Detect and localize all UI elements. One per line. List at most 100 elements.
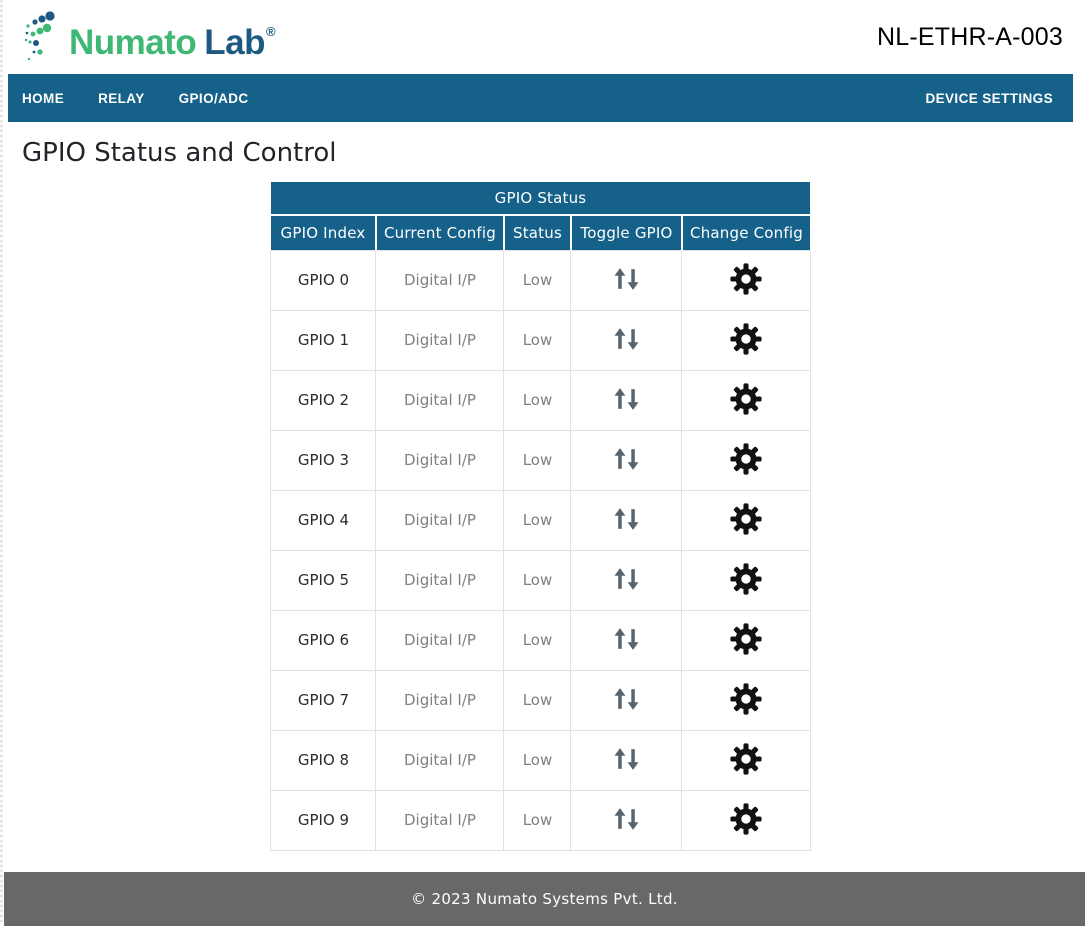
change-config-button[interactable]	[727, 379, 765, 419]
table-row: GPIO 0 Digital I/P Low	[271, 250, 810, 310]
toggle-gpio-button[interactable]	[610, 685, 643, 713]
gpio-status-table: GPIO Status GPIO Index Current Config St…	[270, 182, 810, 851]
logo-word-numato: Numato	[69, 23, 196, 62]
change-config-cell	[682, 490, 810, 550]
status-cell: Low	[504, 250, 571, 310]
gpio-index-cell: GPIO 0	[271, 250, 376, 310]
toggle-gpio-button[interactable]	[610, 565, 643, 593]
gpio-index-cell: GPIO 2	[271, 370, 376, 430]
up-down-arrows-icon	[612, 507, 641, 531]
gpio-index-cell: GPIO 8	[271, 730, 376, 790]
nav-item-device-settings[interactable]: DEVICE SETTINGS	[925, 91, 1053, 106]
current-config-cell: Digital I/P	[376, 430, 504, 490]
toggle-gpio-cell	[571, 550, 682, 610]
gear-icon	[729, 261, 763, 297]
current-config-cell: Digital I/P	[376, 730, 504, 790]
up-down-arrows-icon	[612, 807, 641, 831]
change-config-cell	[682, 790, 810, 850]
toggle-gpio-cell	[571, 610, 682, 670]
logo-word-lab: Lab	[204, 23, 265, 62]
gpio-index-cell: GPIO 6	[271, 610, 376, 670]
toggle-gpio-button[interactable]	[610, 745, 643, 773]
column-header-current-config: Current Config	[376, 215, 504, 250]
current-config-cell: Digital I/P	[376, 610, 504, 670]
nav-item-home[interactable]: HOME	[22, 91, 64, 106]
numato-lab-logo[interactable]: NumatoLab®	[22, 7, 275, 68]
status-cell: Low	[504, 310, 571, 370]
toggle-gpio-button[interactable]	[610, 625, 643, 653]
gpio-index-cell: GPIO 9	[271, 790, 376, 850]
nav-left-group: HOME RELAY GPIO/ADC	[22, 91, 249, 106]
change-config-button[interactable]	[727, 319, 765, 359]
toggle-gpio-button[interactable]	[610, 325, 643, 353]
table-row: GPIO 2 Digital I/P Low	[271, 370, 810, 430]
copyright-text: © 2023 Numato Systems Pvt. Ltd.	[411, 890, 678, 908]
toggle-gpio-cell	[571, 790, 682, 850]
gear-icon	[729, 441, 763, 477]
change-config-cell	[682, 250, 810, 310]
gpio-index-cell: GPIO 5	[271, 550, 376, 610]
nav-item-relay[interactable]: RELAY	[98, 91, 145, 106]
change-config-button[interactable]	[727, 259, 765, 299]
status-cell: Low	[504, 370, 571, 430]
toggle-gpio-cell	[571, 370, 682, 430]
change-config-cell	[682, 730, 810, 790]
table-row: GPIO 9 Digital I/P Low	[271, 790, 810, 850]
page-root: NumatoLab® NL-ETHR-A-003 HOME RELAY GPIO…	[0, 0, 1085, 926]
up-down-arrows-icon	[612, 267, 641, 291]
gear-icon	[729, 381, 763, 417]
gpio-table-body: GPIO 0 Digital I/P Low	[271, 250, 810, 850]
gear-icon	[729, 681, 763, 717]
up-down-arrows-icon	[612, 687, 641, 711]
nav-item-gpio-adc[interactable]: GPIO/ADC	[179, 91, 249, 106]
main-navbar: HOME RELAY GPIO/ADC DEVICE SETTINGS	[8, 74, 1073, 122]
toggle-gpio-button[interactable]	[610, 385, 643, 413]
main-content: GPIO Status and Control GPIO Status GPIO…	[8, 138, 1073, 851]
site-header: NumatoLab® NL-ETHR-A-003	[0, 0, 1085, 74]
current-config-cell: Digital I/P	[376, 490, 504, 550]
status-cell: Low	[504, 430, 571, 490]
gear-icon	[729, 561, 763, 597]
toggle-gpio-button[interactable]	[610, 265, 643, 293]
toggle-gpio-button[interactable]	[610, 445, 643, 473]
change-config-button[interactable]	[727, 679, 765, 719]
site-footer: © 2023 Numato Systems Pvt. Ltd.	[4, 872, 1085, 926]
toggle-gpio-button[interactable]	[610, 805, 643, 833]
gear-icon	[729, 501, 763, 537]
table-row: GPIO 3 Digital I/P Low	[271, 430, 810, 490]
status-cell: Low	[504, 490, 571, 550]
gear-icon	[729, 801, 763, 837]
toggle-gpio-cell	[571, 250, 682, 310]
up-down-arrows-icon	[612, 627, 641, 651]
change-config-button[interactable]	[727, 439, 765, 479]
current-config-cell: Digital I/P	[376, 310, 504, 370]
page-title: GPIO Status and Control	[22, 138, 1073, 168]
change-config-cell	[682, 310, 810, 370]
gear-icon	[729, 621, 763, 657]
toggle-gpio-cell	[571, 430, 682, 490]
change-config-cell	[682, 670, 810, 730]
change-config-button[interactable]	[727, 739, 765, 779]
column-header-gpio-index: GPIO Index	[271, 215, 376, 250]
change-config-button[interactable]	[727, 619, 765, 659]
toggle-gpio-cell	[571, 670, 682, 730]
change-config-button[interactable]	[727, 559, 765, 599]
change-config-button[interactable]	[727, 499, 765, 539]
up-down-arrows-icon	[612, 327, 641, 351]
current-config-cell: Digital I/P	[376, 550, 504, 610]
gear-icon	[729, 741, 763, 777]
gpio-index-cell: GPIO 1	[271, 310, 376, 370]
up-down-arrows-icon	[612, 387, 641, 411]
registered-trademark-symbol: ®	[266, 24, 275, 39]
current-config-cell: Digital I/P	[376, 250, 504, 310]
up-down-arrows-icon	[612, 567, 641, 591]
table-row: GPIO 7 Digital I/P Low	[271, 670, 810, 730]
column-header-change-config: Change Config	[682, 215, 810, 250]
up-down-arrows-icon	[612, 747, 641, 771]
table-row: GPIO 8 Digital I/P Low	[271, 730, 810, 790]
change-config-button[interactable]	[727, 799, 765, 839]
toggle-gpio-button[interactable]	[610, 505, 643, 533]
up-down-arrows-icon	[612, 447, 641, 471]
numato-dots-logo-icon	[22, 9, 62, 61]
change-config-cell	[682, 550, 810, 610]
